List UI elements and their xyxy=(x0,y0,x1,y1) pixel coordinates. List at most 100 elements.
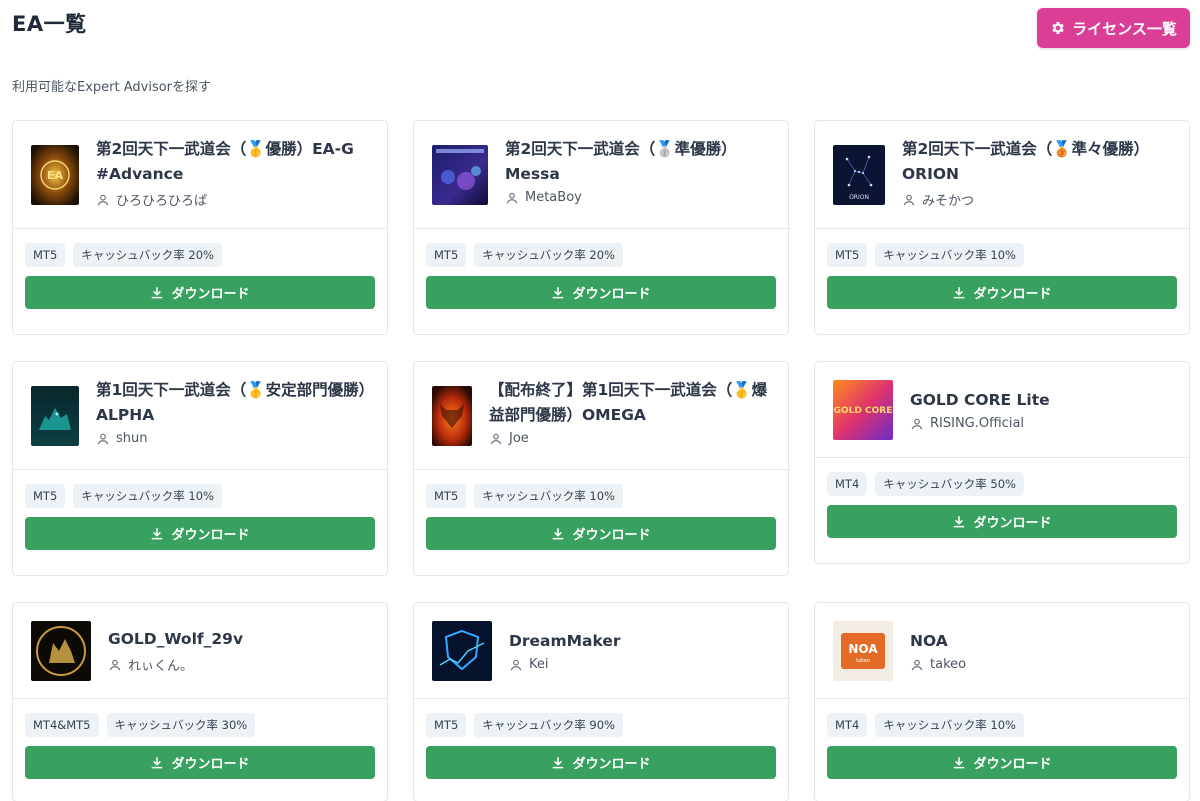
download-icon xyxy=(954,286,965,298)
ea-card: GOLD CORE GOLD CORE Lite RISING.Official… xyxy=(814,361,1190,564)
svg-text:ORION: ORION xyxy=(849,194,869,201)
ea-author-name: れぃくん。 xyxy=(128,659,194,674)
user-icon xyxy=(911,659,923,670)
platform-badge: MT5 xyxy=(25,243,66,267)
platform-badge: MT5 xyxy=(426,243,467,267)
ea-author: ひろひろひろぱ xyxy=(96,190,375,209)
ea-author: Kei xyxy=(509,657,776,672)
ea-card: DreamMaker Kei MT5 キャッシュバック率 90% ダウンロード xyxy=(413,602,789,801)
ea-name[interactable]: GOLD_Wolf_29v xyxy=(108,627,375,652)
ea-author-name: Kei xyxy=(529,657,549,672)
platform-badge: MT5 xyxy=(25,484,66,508)
ea-name[interactable]: 第2回天下一武道会（🥉準々優勝）ORION xyxy=(902,137,1177,187)
cashback-badge: キャッシュバック率 10% xyxy=(875,243,1024,267)
ea-author-name: みそかつ xyxy=(922,194,975,209)
ea-name[interactable]: 第2回天下一武道会（🥇優勝）EA-G #Advance xyxy=(96,137,375,187)
download-button[interactable]: ダウンロード xyxy=(426,746,776,779)
download-button[interactable]: ダウンロード xyxy=(25,276,375,309)
gold-core-logo-icon: GOLD CORE xyxy=(833,379,893,440)
svg-text:GOLD CORE: GOLD CORE xyxy=(834,406,893,416)
page-subtitle: 利用可能なExpert Advisorを探す xyxy=(12,80,212,95)
license-list-button[interactable]: ライセンス一覧 xyxy=(1037,8,1190,48)
platform-badge: MT5 xyxy=(426,713,467,737)
user-icon xyxy=(506,192,518,203)
cashback-badge: キャッシュバック率 30% xyxy=(106,713,256,737)
svg-text:NOA: NOA xyxy=(848,642,878,656)
download-icon xyxy=(553,527,564,539)
download-label: ダウンロード xyxy=(973,287,1052,302)
ea-author-name: RISING.Official xyxy=(930,416,1025,431)
ea-name[interactable]: NOA xyxy=(910,629,1177,654)
ea-card-grid: EA 第2回天下一武道会（🥇優勝）EA-G #Advance ひろひろひろぱ M… xyxy=(12,120,1190,801)
cashback-badge: キャッシュバック率 50% xyxy=(875,472,1024,496)
user-icon xyxy=(490,433,502,444)
user-icon xyxy=(109,659,121,670)
download-button[interactable]: ダウンロード xyxy=(426,517,776,550)
download-button[interactable]: ダウンロード xyxy=(25,517,375,550)
omega-bull-icon xyxy=(432,386,472,446)
ea-author-name: shun xyxy=(116,431,148,446)
ea-card: EA 第2回天下一武道会（🥇優勝）EA-G #Advance ひろひろひろぱ M… xyxy=(12,120,388,335)
ea-card: GOLD_Wolf_29v れぃくん。 MT4&MT5 キャッシュバック率 30… xyxy=(12,602,388,801)
ea-name[interactable]: GOLD CORE Lite xyxy=(910,388,1177,413)
dreammaker-shield-icon xyxy=(432,620,492,681)
messa-cover-icon xyxy=(432,145,488,205)
ea-author: みそかつ xyxy=(902,190,1177,209)
ea-author: れぃくん。 xyxy=(108,655,375,674)
ea-author: shun xyxy=(96,431,375,446)
download-button[interactable]: ダウンロード xyxy=(827,746,1177,779)
license-list-label: ライセンス一覧 xyxy=(1072,19,1177,38)
download-label: ダウンロード xyxy=(171,528,250,543)
download-label: ダウンロード xyxy=(171,287,250,302)
ea-author-name: ひろひろひろぱ xyxy=(116,194,208,209)
download-button[interactable]: ダウンロード xyxy=(25,746,375,779)
download-button[interactable]: ダウンロード xyxy=(827,505,1177,538)
page-title: EA一覧 xyxy=(12,12,87,36)
ea-author: Joe xyxy=(489,431,776,446)
ea-author: MetaBoy xyxy=(505,190,776,205)
download-label: ダウンロード xyxy=(171,757,250,772)
ea-name[interactable]: 【配布終了】第1回天下一武道会（🥇爆益部門優勝）OMEGA xyxy=(489,378,776,428)
alpha-wolf-icon xyxy=(31,386,79,446)
user-icon xyxy=(97,433,109,444)
ea-name[interactable]: DreamMaker xyxy=(509,629,776,654)
ea-card: 【配布終了】第1回天下一武道会（🥇爆益部門優勝）OMEGA Joe MT5 キャ… xyxy=(413,361,789,576)
ea-author: RISING.Official xyxy=(910,416,1177,431)
platform-badge: MT4&MT5 xyxy=(25,713,99,737)
cashback-badge: キャッシュバック率 20% xyxy=(73,243,222,267)
platform-badge: MT5 xyxy=(426,484,467,508)
svg-text:EA: EA xyxy=(47,169,64,182)
ea-name[interactable]: 第2回天下一武道会（🥈準優勝）Messa xyxy=(505,137,776,187)
eag-gold-logo-icon: EA xyxy=(31,145,79,205)
download-icon xyxy=(152,756,163,768)
ea-author-name: takeo xyxy=(930,657,967,672)
download-icon xyxy=(152,527,163,539)
ea-name[interactable]: 第1回天下一武道会（🥇安定部門優勝）ALPHA xyxy=(96,378,375,428)
user-icon xyxy=(903,194,915,205)
ea-card: 第1回天下一武道会（🥇安定部門優勝）ALPHA shun MT5 キャッシュバッ… xyxy=(12,361,388,576)
platform-badge: MT4 xyxy=(827,713,868,737)
download-button[interactable]: ダウンロード xyxy=(426,276,776,309)
cashback-badge: キャッシュバック率 10% xyxy=(875,713,1024,737)
platform-badge: MT5 xyxy=(827,243,868,267)
cashback-badge: キャッシュバック率 10% xyxy=(474,484,623,508)
ea-card: 第2回天下一武道会（🥈準優勝）Messa MetaBoy MT5 キャッシュバッ… xyxy=(413,120,789,335)
download-button[interactable]: ダウンロード xyxy=(827,276,1177,309)
user-icon xyxy=(97,194,109,205)
ea-author-name: Joe xyxy=(509,431,529,446)
ea-author-name: MetaBoy xyxy=(525,190,582,205)
noa-logo-icon: NOA takeo xyxy=(833,620,893,681)
download-icon xyxy=(954,756,965,768)
ea-card: NOA takeo NOA takeo MT4 キャッシュバック率 10% ダウン… xyxy=(814,602,1190,801)
user-icon xyxy=(911,418,923,429)
platform-badge: MT4 xyxy=(827,472,868,496)
cashback-badge: キャッシュバック率 10% xyxy=(73,484,222,508)
download-label: ダウンロード xyxy=(572,287,651,302)
download-label: ダウンロード xyxy=(572,757,651,772)
ea-card: ORION 第2回天下一武道会（🥉準々優勝）ORION みそかつ MT5 キャッ… xyxy=(814,120,1190,335)
download-icon xyxy=(152,286,163,298)
download-label: ダウンロード xyxy=(973,516,1052,531)
orion-constellation-icon: ORION xyxy=(833,145,885,205)
download-icon xyxy=(553,286,564,298)
gold-wolf-emblem-icon xyxy=(31,620,91,681)
